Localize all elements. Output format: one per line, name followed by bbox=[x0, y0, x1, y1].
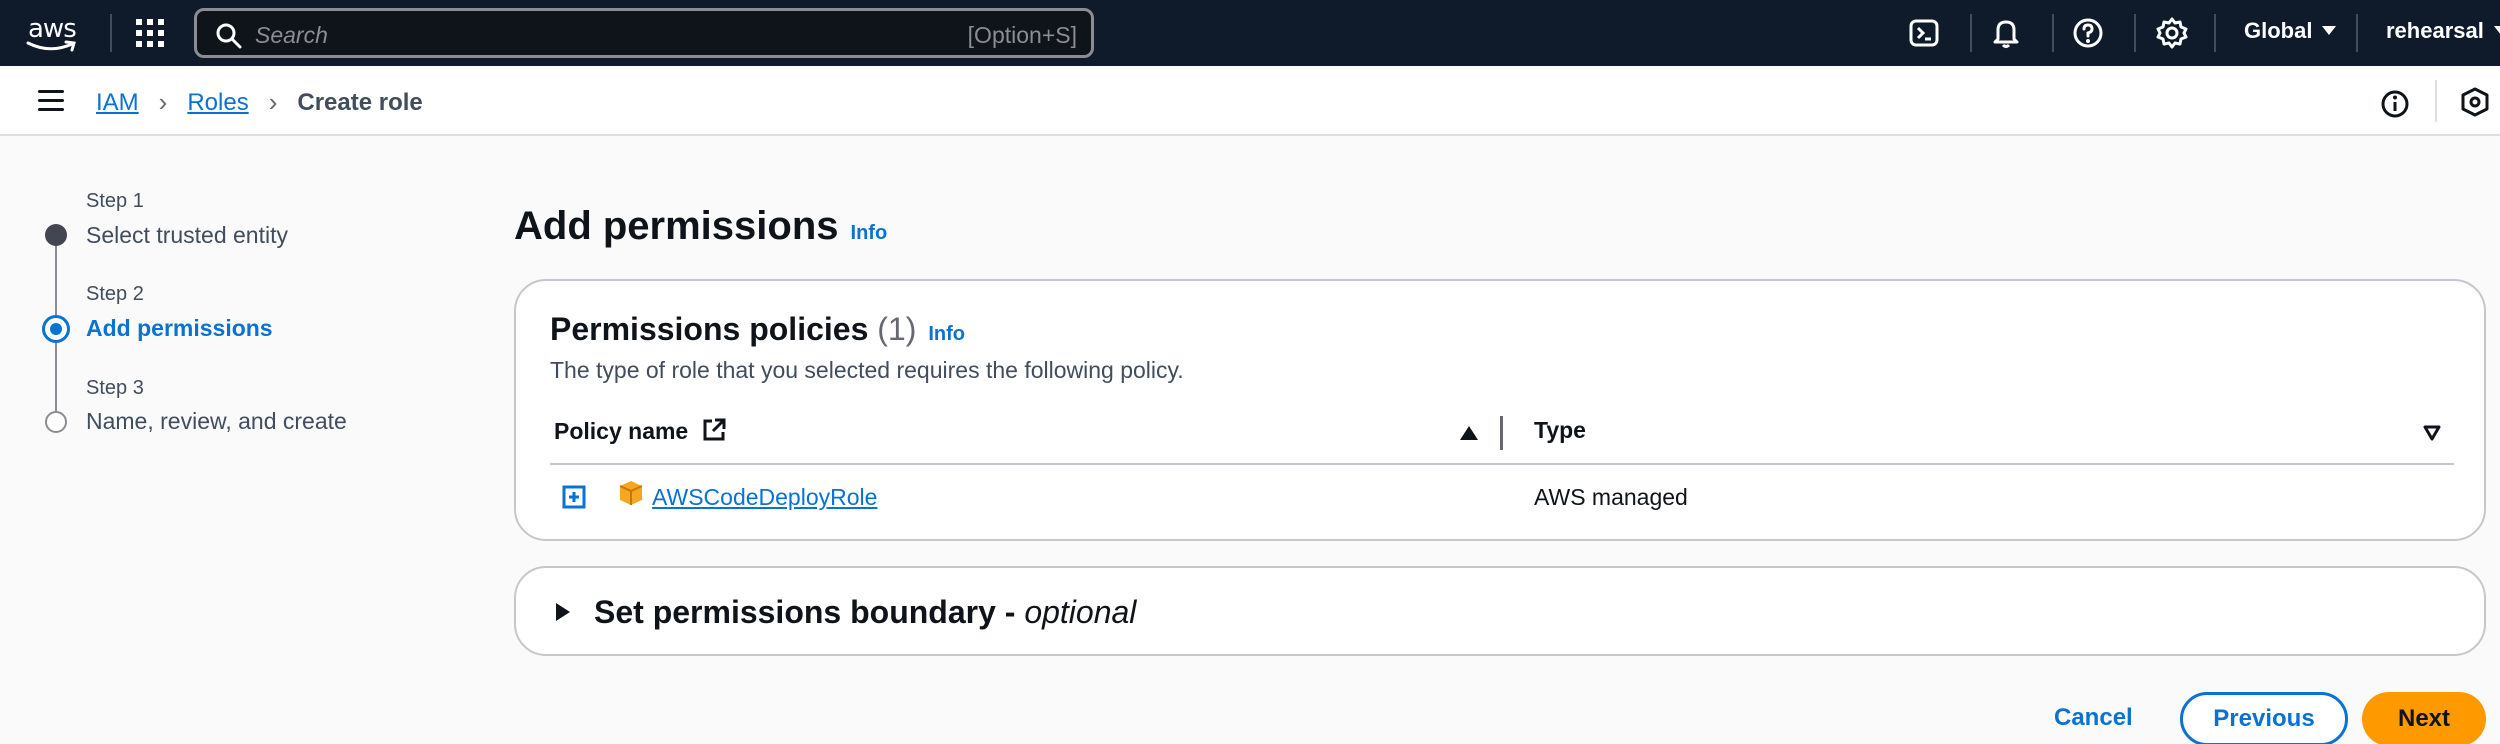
permissions-policies-panel: Permissions policies (1) Info The type of… bbox=[514, 279, 2486, 541]
next-button[interactable]: Next bbox=[2362, 692, 2486, 744]
nav-divider bbox=[110, 14, 112, 52]
step-connector bbox=[55, 342, 57, 418]
region-selector[interactable]: Global bbox=[2244, 18, 2337, 44]
policy-count: (1) bbox=[877, 311, 917, 347]
nav-divider bbox=[2134, 14, 2136, 52]
gear-icon[interactable] bbox=[2154, 15, 2190, 51]
step-pending-icon bbox=[45, 411, 67, 433]
nav-divider bbox=[2214, 14, 2216, 52]
step-active-icon bbox=[42, 315, 70, 343]
breadcrumb-roles[interactable]: Roles bbox=[187, 89, 248, 117]
cancel-button[interactable]: Cancel bbox=[2054, 704, 2133, 732]
permissions-boundary-panel[interactable]: Set permissions boundary - optional bbox=[514, 566, 2486, 656]
top-navigation: aws Search [Option+S] Global rehearsal bbox=[0, 0, 2500, 66]
column-header-policy-name[interactable]: Policy name bbox=[554, 417, 727, 445]
step-3-label: Name, review, and create bbox=[86, 408, 347, 434]
step-2-number: Step 2 bbox=[86, 283, 144, 305]
panel-title-text: Permissions policies bbox=[550, 311, 869, 347]
search-shortcut: [Option+S] bbox=[967, 22, 1077, 48]
caret-down-icon bbox=[2322, 26, 2337, 35]
info-link[interactable]: Info bbox=[928, 323, 965, 345]
table-header-divider bbox=[550, 463, 2454, 465]
external-link-icon bbox=[703, 418, 726, 441]
aws-smile-icon bbox=[26, 40, 76, 52]
aws-logo[interactable]: aws bbox=[26, 14, 84, 54]
chevron-right-icon: › bbox=[158, 87, 168, 117]
caret-right-icon[interactable] bbox=[556, 603, 570, 621]
aws-managed-policy-icon bbox=[619, 481, 643, 505]
page-title: Add permissions Info bbox=[514, 204, 887, 249]
step-completed-icon bbox=[45, 224, 67, 246]
search-placeholder: Search bbox=[255, 22, 328, 48]
chevron-right-icon: › bbox=[268, 87, 278, 117]
divider bbox=[2435, 80, 2437, 122]
nav-divider bbox=[2052, 14, 2054, 52]
step-1-number: Step 1 bbox=[86, 190, 144, 212]
bell-icon[interactable] bbox=[1988, 15, 2024, 51]
info-link[interactable]: Info bbox=[851, 222, 888, 244]
boundary-optional: optional bbox=[1024, 594, 1137, 630]
info-icon[interactable] bbox=[2379, 88, 2411, 120]
breadcrumb-bar: IAM › Roles › Create role bbox=[0, 66, 2500, 136]
boundary-title-text: Set permissions boundary - bbox=[594, 594, 1025, 630]
search-input[interactable]: Search [Option+S] bbox=[194, 8, 1094, 58]
step-connector bbox=[55, 246, 57, 316]
step-3-number: Step 3 bbox=[86, 377, 144, 399]
column-resizer[interactable] bbox=[1500, 416, 1503, 450]
nav-divider bbox=[1970, 14, 1972, 52]
search-icon bbox=[216, 23, 242, 49]
step-2-label: Add permissions bbox=[86, 315, 273, 341]
sort-ascending-icon[interactable] bbox=[1460, 426, 1478, 440]
boundary-title[interactable]: Set permissions boundary - optional bbox=[594, 594, 1136, 631]
sort-toggle-icon[interactable] bbox=[2422, 424, 2442, 442]
breadcrumb-iam[interactable]: IAM bbox=[96, 89, 139, 117]
cloudshell-icon[interactable] bbox=[1906, 15, 1942, 51]
breadcrumb: IAM › Roles › Create role bbox=[96, 87, 423, 118]
policy-link[interactable]: AWSCodeDeployRole bbox=[652, 484, 877, 511]
region-label: Global bbox=[2244, 18, 2313, 43]
policy-name-header-label: Policy name bbox=[554, 418, 689, 444]
step-1-label[interactable]: Select trusted entity bbox=[86, 222, 288, 249]
column-header-type[interactable]: Type bbox=[1534, 417, 1586, 444]
policy-type: AWS managed bbox=[1534, 484, 1688, 510]
page-title-text: Add permissions bbox=[514, 204, 839, 248]
apps-grid-icon[interactable] bbox=[136, 19, 164, 47]
panel-description: The type of role that you selected requi… bbox=[550, 357, 1184, 383]
breadcrumb-current: Create role bbox=[297, 88, 423, 116]
expand-row-icon[interactable] bbox=[562, 485, 586, 509]
help-icon[interactable] bbox=[2070, 15, 2106, 51]
panel-title: Permissions policies (1) Info bbox=[550, 311, 965, 348]
previous-button[interactable]: Previous bbox=[2180, 692, 2348, 744]
menu-icon[interactable] bbox=[38, 90, 64, 112]
caret-down-icon bbox=[2493, 26, 2500, 35]
account-label: rehearsal bbox=[2386, 18, 2484, 43]
account-menu[interactable]: rehearsal bbox=[2386, 18, 2500, 44]
security-panel-icon[interactable] bbox=[2460, 87, 2490, 117]
nav-divider bbox=[2356, 14, 2358, 52]
